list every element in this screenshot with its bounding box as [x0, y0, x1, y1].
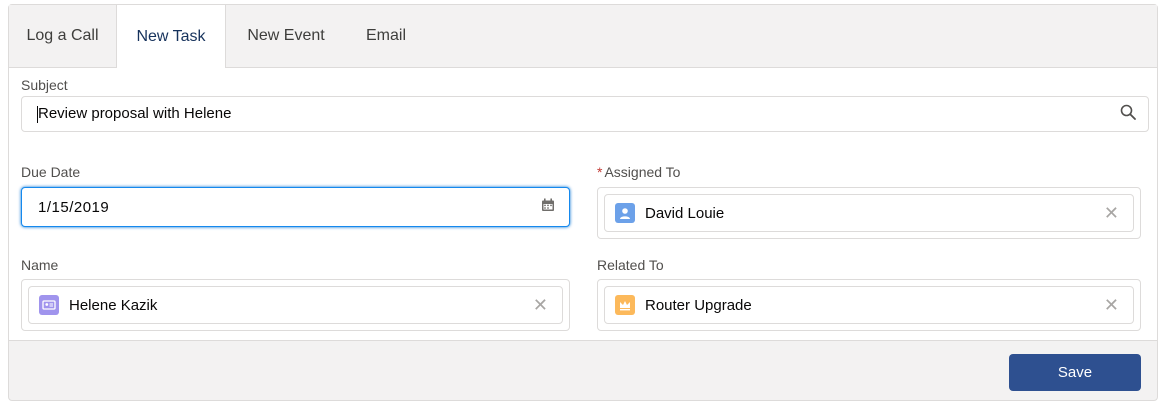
due-date-input[interactable]: 1/15/2019	[21, 187, 570, 227]
save-button[interactable]: Save	[1009, 354, 1141, 391]
name-value: Helene Kazik	[69, 296, 158, 314]
user-icon	[615, 203, 635, 223]
contact-icon	[39, 295, 59, 315]
opportunity-crown-icon	[615, 295, 635, 315]
close-icon[interactable]: ✕	[1104, 204, 1119, 222]
subject-text: Review proposal with Helene	[38, 105, 232, 123]
assigned-to-value: David Louie	[645, 204, 725, 222]
related-to-pill[interactable]: Router Upgrade ✕	[604, 286, 1134, 324]
due-date-label: Due Date	[21, 164, 81, 180]
assigned-to-pill[interactable]: David Louie ✕	[604, 194, 1134, 232]
tab-email[interactable]: Email	[346, 5, 426, 67]
search-icon[interactable]	[1120, 104, 1136, 124]
subject-input[interactable]: Review proposal with Helene	[21, 96, 1149, 132]
due-date-value: 1/15/2019	[38, 198, 110, 216]
related-to-lookup[interactable]: Router Upgrade ✕	[597, 279, 1141, 331]
assigned-to-label-text: Assigned To	[604, 164, 681, 180]
related-to-value: Router Upgrade	[645, 296, 752, 314]
tab-bar: Log a Call New Task New Event Email	[9, 5, 1157, 68]
subject-label: Subject	[21, 77, 68, 93]
task-form: Subject Review proposal with Helene Due …	[9, 67, 1157, 341]
assigned-to-label: * Assigned To	[597, 164, 680, 180]
tab-log-a-call[interactable]: Log a Call	[9, 5, 116, 67]
required-mark: *	[597, 164, 603, 180]
tab-new-event[interactable]: New Event	[226, 5, 346, 67]
name-label: Name	[21, 257, 59, 273]
tab-new-task[interactable]: New Task	[116, 5, 226, 68]
name-pill[interactable]: Helene Kazik ✕	[28, 286, 563, 324]
related-to-label: Related To	[597, 257, 664, 273]
close-icon[interactable]: ✕	[533, 296, 548, 314]
close-icon[interactable]: ✕	[1104, 296, 1119, 314]
assigned-to-lookup[interactable]: David Louie ✕	[597, 187, 1141, 239]
publisher-panel: Log a Call New Task New Event Email Subj…	[8, 4, 1158, 401]
calendar-icon[interactable]	[541, 198, 555, 216]
subject-value: Review proposal with Helene	[22, 105, 1148, 123]
name-lookup[interactable]: Helene Kazik ✕	[21, 279, 570, 331]
